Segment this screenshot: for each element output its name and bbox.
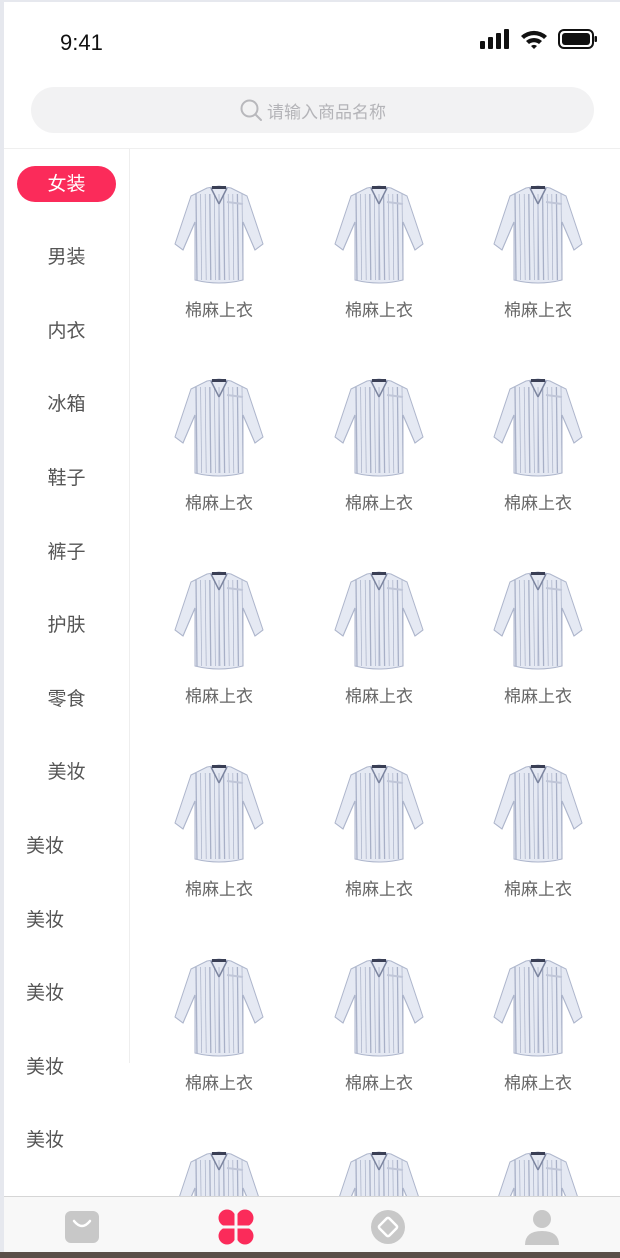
product-name: 棉麻上衣 <box>185 687 253 707</box>
wifi-icon <box>521 30 547 49</box>
status-icons <box>480 28 598 50</box>
shirt-image <box>174 571 264 670</box>
category-item[interactable]: 美妆 <box>26 828 70 864</box>
shirt-image <box>174 185 264 284</box>
category-item-active[interactable]: 女装 <box>17 166 116 202</box>
category-item[interactable]: 男装 <box>17 239 116 275</box>
tab-category[interactable] <box>216 1207 256 1247</box>
tab-shop[interactable] <box>62 1207 102 1247</box>
category-clover-icon <box>216 1207 256 1247</box>
shirt-image <box>174 958 264 1057</box>
product-card[interactable]: 棉麻上衣 <box>463 568 613 738</box>
tab-discover[interactable] <box>368 1207 408 1247</box>
product-card[interactable]: 棉麻上衣 <box>304 955 454 1125</box>
product-card[interactable]: 棉麻上衣 <box>304 375 454 545</box>
category-item[interactable]: 裤子 <box>17 534 116 570</box>
product-card[interactable]: 棉麻上衣 <box>463 182 613 352</box>
category-item[interactable]: 零食 <box>17 681 116 717</box>
shirt-image <box>493 571 583 670</box>
discover-diamond-icon <box>371 1210 405 1244</box>
product-card[interactable] <box>304 1148 454 1199</box>
product-name: 棉麻上衣 <box>185 1074 253 1094</box>
product-card[interactable]: 棉麻上衣 <box>144 375 294 545</box>
category-item[interactable]: 美妆 <box>26 902 70 938</box>
bottom-edge <box>0 1252 620 1258</box>
tab-profile[interactable] <box>522 1207 562 1247</box>
signal-bars-icon <box>480 29 509 49</box>
search-placeholder: 请输入商品名称 <box>267 102 386 123</box>
shirt-image <box>178 1151 260 1199</box>
shirt-image <box>493 958 583 1057</box>
shirt-image <box>174 378 264 477</box>
sidebar-divider <box>129 149 130 1063</box>
category-item[interactable]: 内衣 <box>17 313 116 349</box>
product-card[interactable]: 棉麻上衣 <box>463 761 613 931</box>
category-item[interactable]: 美妆 <box>26 1049 70 1085</box>
product-card[interactable] <box>144 1148 294 1199</box>
product-name: 棉麻上衣 <box>345 494 413 514</box>
product-name: 棉麻上衣 <box>345 880 413 900</box>
product-name: 棉麻上衣 <box>185 880 253 900</box>
product-name: 棉麻上衣 <box>185 301 253 321</box>
product-name: 棉麻上衣 <box>185 494 253 514</box>
shirt-image <box>493 185 583 284</box>
product-card[interactable] <box>463 1148 613 1199</box>
category-item[interactable]: 美妆 <box>17 754 116 790</box>
shopping-bag-icon <box>65 1211 99 1243</box>
shirt-image <box>493 764 583 863</box>
category-sidebar: 女装 男装 内衣 冰箱 鞋子 裤子 护肤 零食 美妆 美妆 美妆 美妆 美妆 美… <box>4 149 130 1199</box>
product-name: 棉麻上衣 <box>345 1074 413 1094</box>
product-card[interactable]: 棉麻上衣 <box>463 955 613 1125</box>
product-name: 棉麻上衣 <box>504 687 572 707</box>
category-item[interactable]: 美妆 <box>26 975 70 1011</box>
category-item[interactable]: 鞋子 <box>17 460 116 496</box>
product-name: 棉麻上衣 <box>504 880 572 900</box>
shirt-image <box>334 185 424 284</box>
shirt-image <box>497 1151 579 1199</box>
product-card[interactable]: 棉麻上衣 <box>304 568 454 738</box>
status-time: 9:41 <box>60 30 103 55</box>
user-profile-icon <box>525 1210 559 1245</box>
app-screen: 9:41 请输入商品名称 女装 男装 内衣 冰箱 鞋子 裤子 护肤 零食 美妆 … <box>4 2 620 1252</box>
product-grid: 棉麻上衣 棉麻上衣 棉麻上衣 棉麻上衣 棉麻上衣 棉麻上衣 棉麻上衣 棉麻上衣 棉麻上衣 棉麻上衣… <box>134 149 620 1199</box>
search-icon <box>240 99 262 121</box>
product-name: 棉麻上衣 <box>345 301 413 321</box>
shirt-image <box>338 1151 420 1199</box>
category-item[interactable]: 冰箱 <box>17 386 116 422</box>
search-input[interactable]: 请输入商品名称 <box>31 87 594 133</box>
shirt-image <box>334 571 424 670</box>
product-name: 棉麻上衣 <box>504 1074 572 1094</box>
shirt-image <box>174 764 264 863</box>
product-name: 棉麻上衣 <box>345 687 413 707</box>
status-bar: 9:41 <box>4 2 620 82</box>
battery-icon <box>558 29 597 49</box>
product-card[interactable]: 棉麻上衣 <box>463 375 613 545</box>
product-name: 棉麻上衣 <box>504 301 572 321</box>
product-card[interactable]: 棉麻上衣 <box>144 761 294 931</box>
category-item[interactable]: 护肤 <box>17 607 116 643</box>
product-card[interactable]: 棉麻上衣 <box>144 955 294 1125</box>
product-card[interactable]: 棉麻上衣 <box>144 568 294 738</box>
product-card[interactable]: 棉麻上衣 <box>144 182 294 352</box>
shirt-image <box>334 378 424 477</box>
shirt-image <box>334 764 424 863</box>
shirt-image <box>334 958 424 1057</box>
category-item[interactable]: 美妆 <box>26 1122 70 1158</box>
bottom-tab-bar <box>4 1196 620 1252</box>
product-card[interactable]: 棉麻上衣 <box>304 182 454 352</box>
product-card[interactable]: 棉麻上衣 <box>304 761 454 931</box>
shirt-image <box>493 378 583 477</box>
product-name: 棉麻上衣 <box>504 494 572 514</box>
